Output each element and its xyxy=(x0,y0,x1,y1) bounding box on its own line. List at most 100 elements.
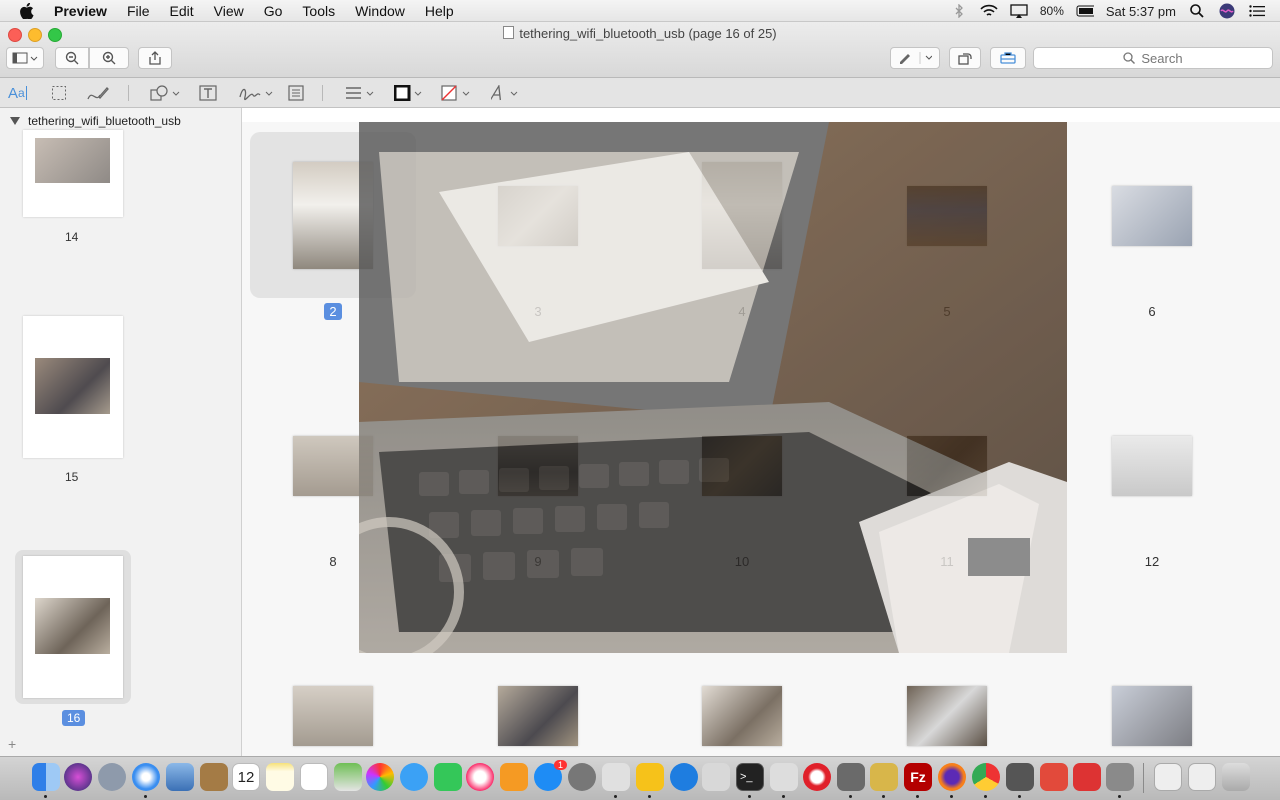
page-thumbnail-6[interactable] xyxy=(1112,186,1192,246)
airplay-icon[interactable] xyxy=(1010,4,1028,18)
border-color-tool[interactable] xyxy=(394,84,426,102)
battery-icon[interactable] xyxy=(1076,4,1094,18)
signature-icon xyxy=(239,88,273,101)
menu-app-name[interactable]: Preview xyxy=(44,0,117,22)
sketch-tool[interactable] xyxy=(87,84,109,102)
safari-icon[interactable] xyxy=(132,763,160,791)
downloads-stack-icon[interactable] xyxy=(1154,763,1182,791)
photo-booth-icon[interactable] xyxy=(1006,763,1034,791)
menu-window[interactable]: Window xyxy=(345,0,415,22)
disk-utility-icon[interactable] xyxy=(837,763,865,791)
page-thumbnail-12[interactable] xyxy=(1112,436,1192,496)
running-indicator xyxy=(44,795,47,798)
share-button[interactable] xyxy=(138,47,172,69)
shapes-icon xyxy=(150,85,180,101)
running-indicator xyxy=(144,795,147,798)
running-indicator xyxy=(984,795,987,798)
text-editor-icon[interactable] xyxy=(702,763,730,791)
menu-help[interactable]: Help xyxy=(415,0,464,22)
sidebar-page-14[interactable] xyxy=(23,130,123,217)
document-icon xyxy=(503,26,515,39)
sidebar-toggle-button[interactable] xyxy=(6,47,44,69)
filezilla-icon[interactable]: Fz xyxy=(904,763,932,791)
toolbar-divider xyxy=(128,85,129,101)
photos-icon[interactable] xyxy=(366,763,394,791)
preview-icon[interactable] xyxy=(602,763,630,791)
sidebar-page-16[interactable] xyxy=(23,556,123,698)
thumbnail-sidebar: tethering_wifi_bluetooth_usb 14 15 16 + xyxy=(0,108,242,756)
system-preferences-icon[interactable] xyxy=(568,763,596,791)
markup-toolbar-button[interactable] xyxy=(990,47,1026,69)
shapes-tool[interactable] xyxy=(150,84,182,102)
terminal-icon[interactable]: >_ xyxy=(736,763,764,791)
sidebar-document-header[interactable]: tethering_wifi_bluetooth_usb xyxy=(10,114,181,128)
calendar-icon[interactable]: 12 xyxy=(232,763,260,791)
page-thumbnail-14[interactable] xyxy=(293,686,373,746)
elephant-app-icon[interactable] xyxy=(770,763,798,791)
notification-center-icon[interactable] xyxy=(1248,4,1266,18)
menu-go[interactable]: Go xyxy=(254,0,293,22)
menu-clock[interactable]: Sat 5:37 pm xyxy=(1106,4,1176,19)
page-thumbnail-16[interactable] xyxy=(702,686,782,746)
quicktime-icon[interactable] xyxy=(670,763,698,791)
menu-edit[interactable]: Edit xyxy=(160,0,204,22)
sidebar-document-name: tethering_wifi_bluetooth_usb xyxy=(28,114,181,128)
finder-icon[interactable] xyxy=(32,763,60,791)
zoom-out-button[interactable] xyxy=(55,47,89,69)
siri-dock-icon[interactable] xyxy=(64,763,92,791)
search-field[interactable]: Search xyxy=(1033,47,1273,69)
calendar-day: 12 xyxy=(237,769,255,786)
page-thumbnail-image xyxy=(35,138,110,183)
maps-icon[interactable] xyxy=(334,763,362,791)
page-thumbnail-15[interactable] xyxy=(498,686,578,746)
notes-icon[interactable] xyxy=(266,763,294,791)
line-style-tool[interactable] xyxy=(345,84,377,102)
menu-file[interactable]: File xyxy=(117,0,160,22)
text-box-tool[interactable] xyxy=(199,84,217,102)
siri-icon[interactable] xyxy=(1218,3,1236,19)
rotate-button[interactable] xyxy=(949,47,981,69)
sidebar-page-15[interactable] xyxy=(23,316,123,458)
contacts-icon[interactable] xyxy=(200,763,228,791)
signature-tool[interactable] xyxy=(238,84,276,102)
text-style-tool[interactable] xyxy=(491,84,523,102)
text-selection-tool[interactable]: Aa xyxy=(8,84,27,102)
gray-block xyxy=(968,538,1030,576)
sequel-pro-icon[interactable] xyxy=(870,763,898,791)
note-tool[interactable] xyxy=(288,84,304,102)
mail-stamp-icon[interactable] xyxy=(166,763,194,791)
menu-view[interactable]: View xyxy=(204,0,254,22)
red-app-icon[interactable] xyxy=(1073,763,1101,791)
running-indicator xyxy=(614,795,617,798)
add-page-icon[interactable]: + xyxy=(8,736,16,752)
running-indicator xyxy=(1018,795,1021,798)
launchpad-icon[interactable] xyxy=(98,763,126,791)
ftp-app-icon[interactable] xyxy=(636,763,664,791)
sketch-icon xyxy=(87,87,109,100)
text-style-icon xyxy=(491,85,518,101)
numbers-icon[interactable] xyxy=(1040,763,1068,791)
rectangular-selection-tool[interactable] xyxy=(51,84,67,102)
apple-icon[interactable] xyxy=(20,2,34,19)
messages-icon[interactable] xyxy=(400,763,428,791)
chrome-icon[interactable] xyxy=(972,763,1000,791)
wifi-icon[interactable] xyxy=(980,4,998,18)
ibooks-icon[interactable] xyxy=(500,763,528,791)
zoom-in-button[interactable] xyxy=(89,47,129,69)
opera-icon[interactable] xyxy=(803,763,831,791)
bluetooth-icon[interactable] xyxy=(950,4,968,18)
spotlight-icon[interactable] xyxy=(1188,4,1206,18)
facetime-icon[interactable] xyxy=(434,763,462,791)
markup-pen-button[interactable] xyxy=(890,47,940,69)
trash-icon[interactable] xyxy=(1222,763,1250,791)
page-thumbnail-17[interactable] xyxy=(907,686,987,746)
menu-tools[interactable]: Tools xyxy=(292,0,345,22)
reminders-icon[interactable] xyxy=(300,763,328,791)
gimp-icon[interactable] xyxy=(1106,763,1134,791)
page-thumbnail-18[interactable] xyxy=(1112,686,1192,746)
firefox-icon[interactable] xyxy=(938,763,966,791)
fill-color-tool[interactable] xyxy=(441,84,473,102)
sidebar-page-number: 14 xyxy=(65,230,79,244)
itunes-icon[interactable] xyxy=(466,763,494,791)
documents-stack-icon[interactable] xyxy=(1188,763,1216,791)
